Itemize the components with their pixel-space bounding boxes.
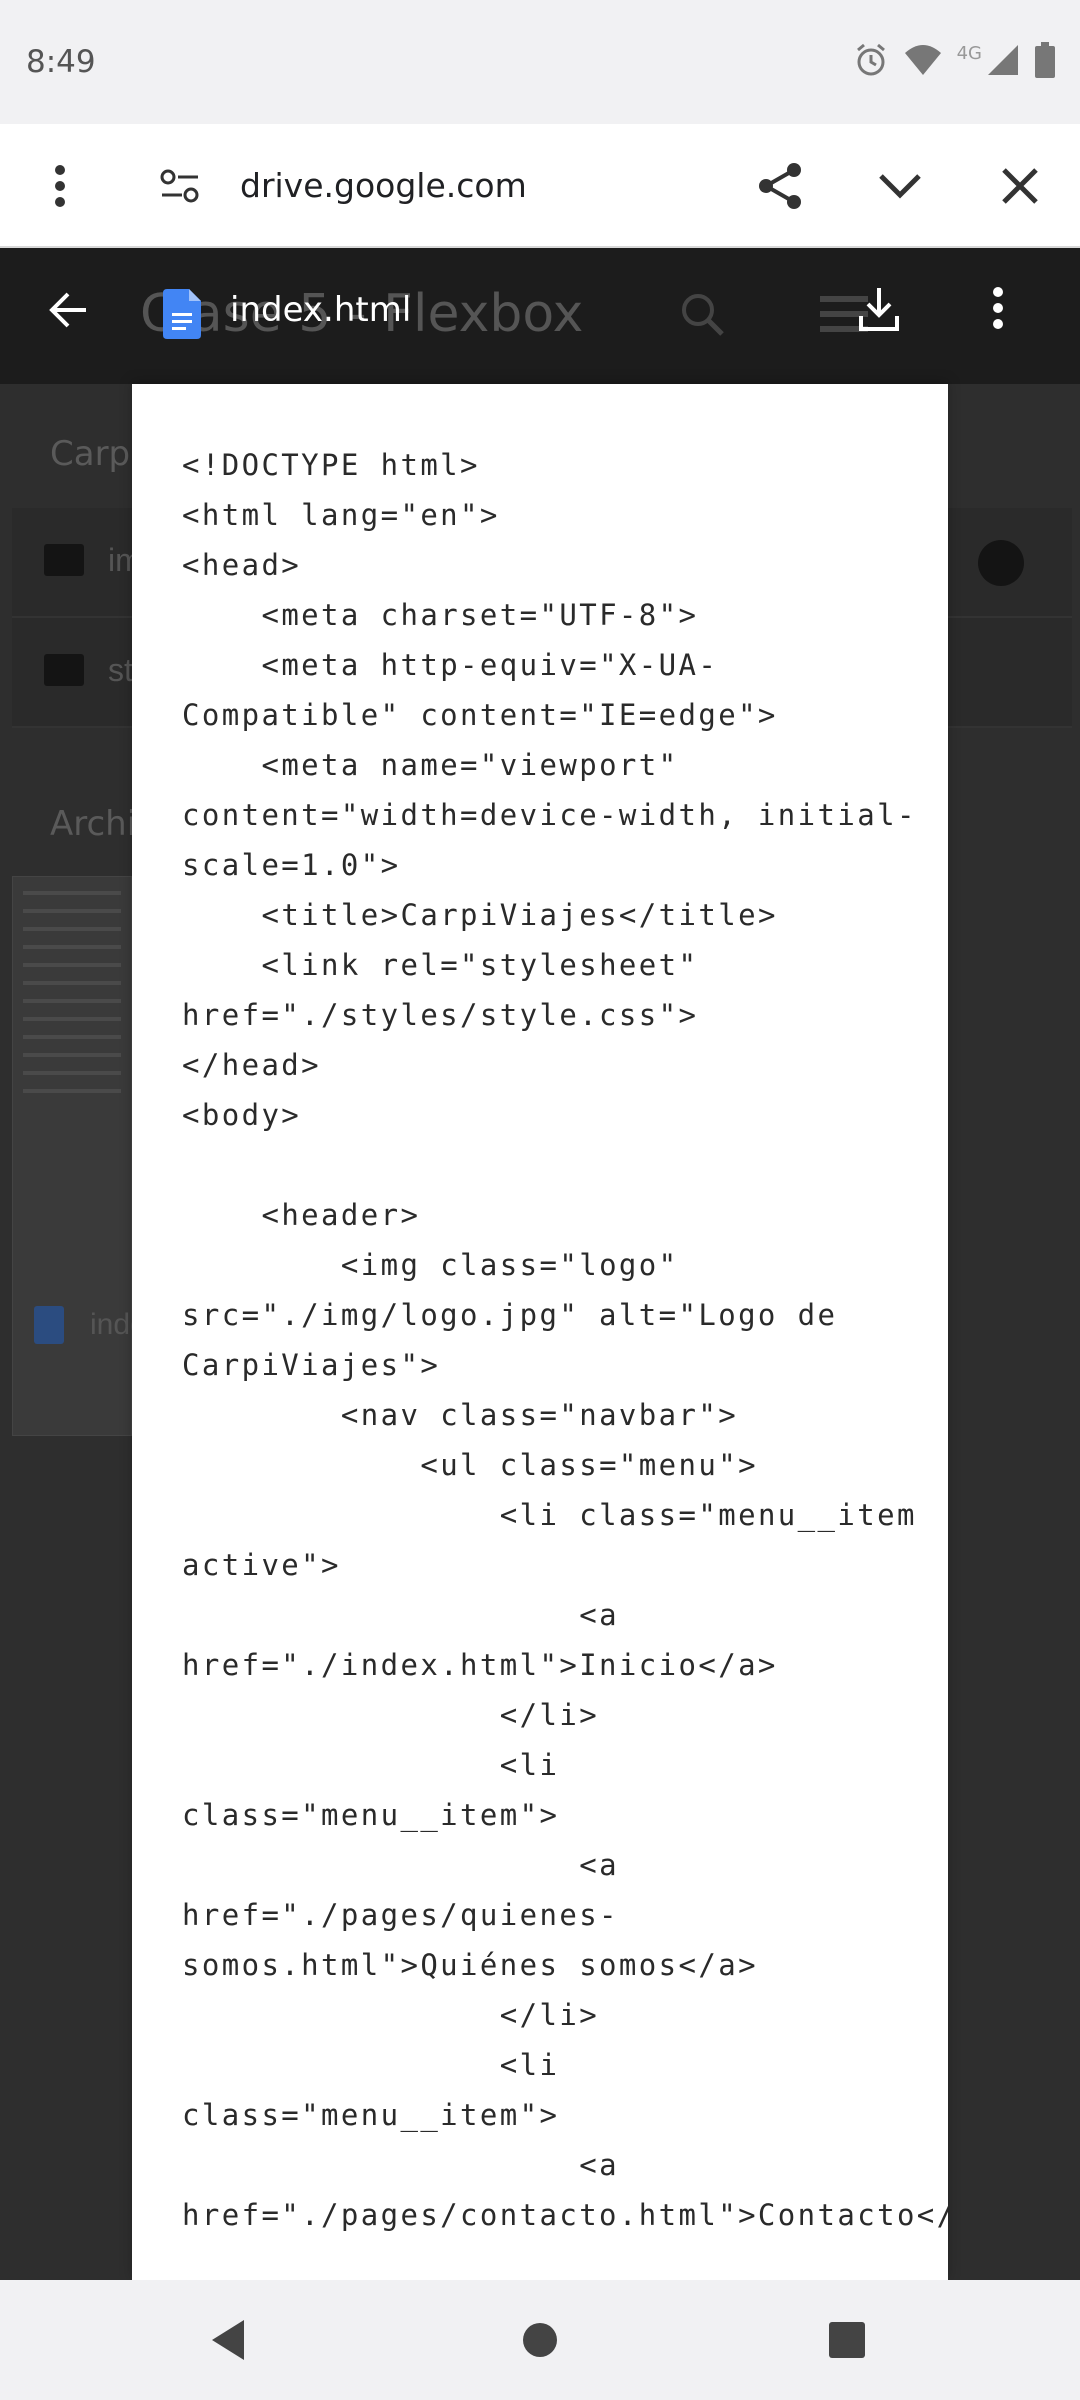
wifi-icon	[903, 43, 943, 82]
download-icon[interactable]	[858, 286, 900, 337]
back-triangle-icon[interactable]	[168, 2280, 288, 2400]
file-title: index.html	[230, 290, 412, 330]
status-icons: 4G	[853, 40, 1056, 84]
code-content: <!DOCTYPE html> <html lang="en"> <head> …	[182, 448, 948, 2232]
viewer-header: index.html	[0, 248, 1080, 384]
url-text[interactable]: drive.google.com	[240, 124, 527, 248]
file-doc-icon	[34, 1306, 64, 1344]
menu-dots-icon[interactable]	[10, 124, 110, 248]
more-vert-icon[interactable]	[992, 286, 1004, 335]
status-time: 8:49	[26, 44, 96, 80]
browser-toolbar: drive.google.com	[0, 124, 1080, 248]
system-nav-bar	[0, 2280, 1080, 2400]
back-arrow-icon[interactable]	[46, 288, 90, 337]
document-page[interactable]: <!DOCTYPE html> <html lang="en"> <head> …	[132, 384, 948, 2280]
battery-icon	[1034, 41, 1056, 83]
network-type-label: 4G	[956, 42, 982, 64]
google-docs-icon	[163, 289, 201, 344]
home-circle-icon[interactable]	[480, 2280, 600, 2400]
info-icon	[978, 540, 1024, 586]
alarm-icon	[853, 42, 889, 83]
recents-square-icon[interactable]	[787, 2280, 907, 2400]
chevron-down-icon[interactable]	[850, 124, 950, 248]
site-settings-icon[interactable]	[130, 124, 230, 248]
status-bar: 8:49 4G	[0, 0, 1080, 124]
folder-icon	[44, 654, 84, 686]
signal-icon	[986, 43, 1020, 82]
close-icon[interactable]	[970, 124, 1070, 248]
share-icon[interactable]	[730, 124, 830, 248]
file-thumbnail	[12, 876, 132, 1436]
folder-icon	[44, 544, 84, 576]
